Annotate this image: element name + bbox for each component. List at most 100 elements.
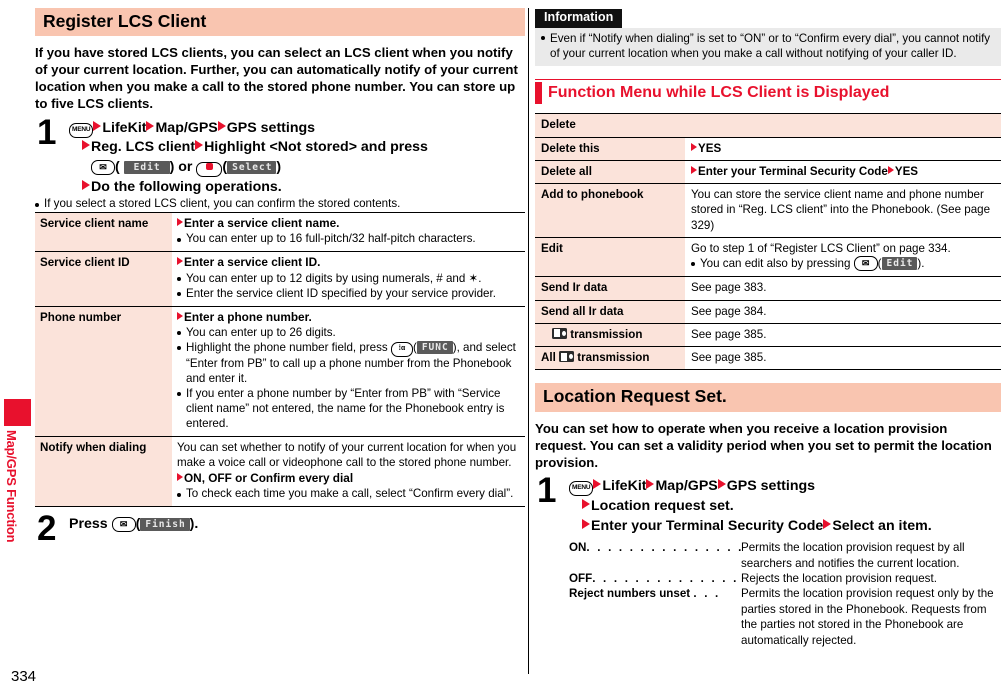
softkey-edit-label: Edit xyxy=(881,257,918,271)
row-label: Edit xyxy=(535,237,685,277)
arrow-icon xyxy=(717,479,726,490)
row-head: Enter a phone number. xyxy=(177,310,521,325)
imode-key-icon: ⁞α xyxy=(390,341,413,357)
row-label-text: transmission xyxy=(570,327,643,341)
row-bullets: You can enter up to 26 digits. Highlight… xyxy=(177,326,521,432)
location-step-lifekit: LifeKit xyxy=(602,478,647,495)
row-label: Service client ID xyxy=(35,251,172,307)
table-row: Delete xyxy=(535,113,1001,138)
step-2-tail: ). xyxy=(189,516,199,533)
manual-page: Map/GPS Function 334 Register LCS Client… xyxy=(0,0,1004,697)
option-desc: Rejects the location provision request. xyxy=(741,571,937,585)
location-request-intro: You can set how to operate when you rece… xyxy=(535,420,992,470)
list-item: To check each time you make a call, sele… xyxy=(177,487,521,502)
row-label-prefix: All xyxy=(541,351,556,365)
list-item: ON. . . . . . . . . . . . . . . . . . Pe… xyxy=(569,540,1001,571)
arrow-icon xyxy=(93,120,102,131)
location-step-mapgps: Map/GPS xyxy=(655,478,718,495)
row-value-text: Go to step 1 of “Register LCS Client” on… xyxy=(691,242,951,256)
location-step-select-item: Select an item. xyxy=(832,517,932,534)
option-desc: Permits the location provision request o… xyxy=(741,587,994,647)
mail-key-icon: ✉ xyxy=(853,256,878,272)
step-1-do-ops: Do the following operations. xyxy=(91,178,282,195)
list-item: OFF. . . . . . . . . . . . . . . . . Rej… xyxy=(569,571,1001,586)
row-head: Enter a service client name. xyxy=(177,216,521,231)
row-label: Send Ir data xyxy=(535,276,685,301)
location-step-1: 1 MENU LifeKit Map/GPS GPS settings Locatio… xyxy=(535,473,1001,536)
table-row: Service client name Enter a service clie… xyxy=(35,212,525,252)
list-item: If you enter a phone number by “Enter fr… xyxy=(177,387,521,432)
table-row: Delete all Enter your Terminal Security … xyxy=(535,159,1001,184)
column-divider xyxy=(528,8,529,674)
location-step-1-body: MENU LifeKit Map/GPS GPS settings Location … xyxy=(569,477,1001,536)
row-value-text: YES xyxy=(698,141,722,155)
table-row: Notify when dialing You can set whether … xyxy=(35,435,525,508)
step-1-mapgps: Map/GPS xyxy=(155,119,218,136)
table-row: Edit Go to step 1 of “Register LCS Clien… xyxy=(535,237,1001,277)
row-bullets: You can edit also by pressing ✉(Edit). xyxy=(691,256,997,272)
list-item: Enter the service client ID specified by… xyxy=(177,287,521,302)
arrow-icon xyxy=(823,518,832,529)
table-row: Add to phonebook You can store the servi… xyxy=(535,183,1001,238)
function-menu-table: Delete Delete this YES Delete all Enter … xyxy=(535,113,1001,371)
row-label: transmission xyxy=(535,322,685,347)
bullet-post: ). xyxy=(917,257,925,271)
row-label: Delete this xyxy=(535,136,685,161)
row-content: Enter a service client name. You can ent… xyxy=(172,212,525,252)
list-item: You can enter up to 16 full-pitch/32 hal… xyxy=(177,232,521,247)
row-head-text: Enter a phone number. xyxy=(184,309,312,324)
row-label: Phone number xyxy=(35,305,172,437)
information-body: Even if “Notify when dialing” is set to … xyxy=(535,27,1001,66)
lcs-client-fields-table: Service client name Enter a service clie… xyxy=(35,212,525,508)
location-options-list: ON. . . . . . . . . . . . . . . . . . Pe… xyxy=(569,540,1001,648)
arrow-icon xyxy=(177,311,183,320)
step-2-body: Press ✉(Finish). xyxy=(69,516,199,533)
location-step-security-code: Enter your Terminal Security Code xyxy=(591,517,824,534)
row-bullets: You can enter up to 16 full-pitch/32 hal… xyxy=(177,232,521,247)
option-term: OFF. . . . . . . . . . . . . . . . . xyxy=(569,571,741,586)
ic-card-icon xyxy=(559,351,575,363)
group-label: Delete xyxy=(535,113,1001,138)
arrow-icon xyxy=(691,165,697,174)
row-content: You can set whether to notify of your cu… xyxy=(172,435,525,508)
option-term: ON. . . . . . . . . . . . . . . . . . xyxy=(569,540,741,571)
step-2-press: Press xyxy=(69,516,108,533)
location-step-gpssettings: GPS settings xyxy=(726,478,816,495)
information-tag: Information xyxy=(535,9,623,28)
option-term-text: OFF xyxy=(569,571,593,585)
side-tab-label: Map/GPS Function xyxy=(4,430,19,543)
chapter-side-tab: Map/GPS Function xyxy=(4,399,31,542)
option-term-text: Reject numbers unset xyxy=(569,587,691,601)
side-tab-block xyxy=(4,399,31,426)
list-item: Even if “Notify when dialing” is set to … xyxy=(541,31,995,61)
arrow-icon xyxy=(82,179,90,190)
section-heading-function-menu: Function Menu while LCS Client is Displa… xyxy=(535,78,1001,105)
step-1-or: ) or xyxy=(169,159,197,175)
option-dots: . . . . . . . . . . . . . . . . . xyxy=(592,571,741,585)
row-head-text: Enter a service client name. xyxy=(184,216,340,231)
location-step-request-set: Location request set. xyxy=(591,497,734,514)
center-key-icon xyxy=(196,162,223,177)
mail-key-icon: ✉ xyxy=(111,517,136,533)
softkey-func-label: FUNC xyxy=(416,340,453,354)
list-item: You can enter up to 12 digits by using n… xyxy=(177,272,521,287)
list-item: Reject numbers unset . . . Permits the l… xyxy=(569,586,1001,648)
softkey-edit-label: Edit xyxy=(123,161,170,174)
list-item: If you select a stored LCS client, you c… xyxy=(35,197,525,212)
table-row: All transmission See page 385. xyxy=(535,346,1001,371)
row-value: Go to step 1 of “Register LCS Client” on… xyxy=(685,237,1001,277)
row-plain-text: You can set whether to notify of your cu… xyxy=(177,440,517,469)
arrow-icon xyxy=(146,120,155,131)
arrow-icon xyxy=(582,518,590,529)
row-value: See page 384. xyxy=(685,299,1001,324)
arrow-icon xyxy=(82,140,90,151)
step-1-highlight: Highlight <Not stored> and press xyxy=(204,139,428,156)
arrow-icon xyxy=(217,120,226,131)
section-heading-location-request: Location Request Set. xyxy=(535,383,1001,412)
arrow-icon xyxy=(593,479,602,490)
right-column: Information Even if “Notify when dialing… xyxy=(535,8,1001,648)
step-1-note-list: If you select a stored LCS client, you c… xyxy=(35,197,525,212)
arrow-icon xyxy=(582,498,590,509)
arrow-icon xyxy=(691,142,697,151)
option-dots: . . . . . . . . . . . . . . . . . . xyxy=(586,541,741,555)
